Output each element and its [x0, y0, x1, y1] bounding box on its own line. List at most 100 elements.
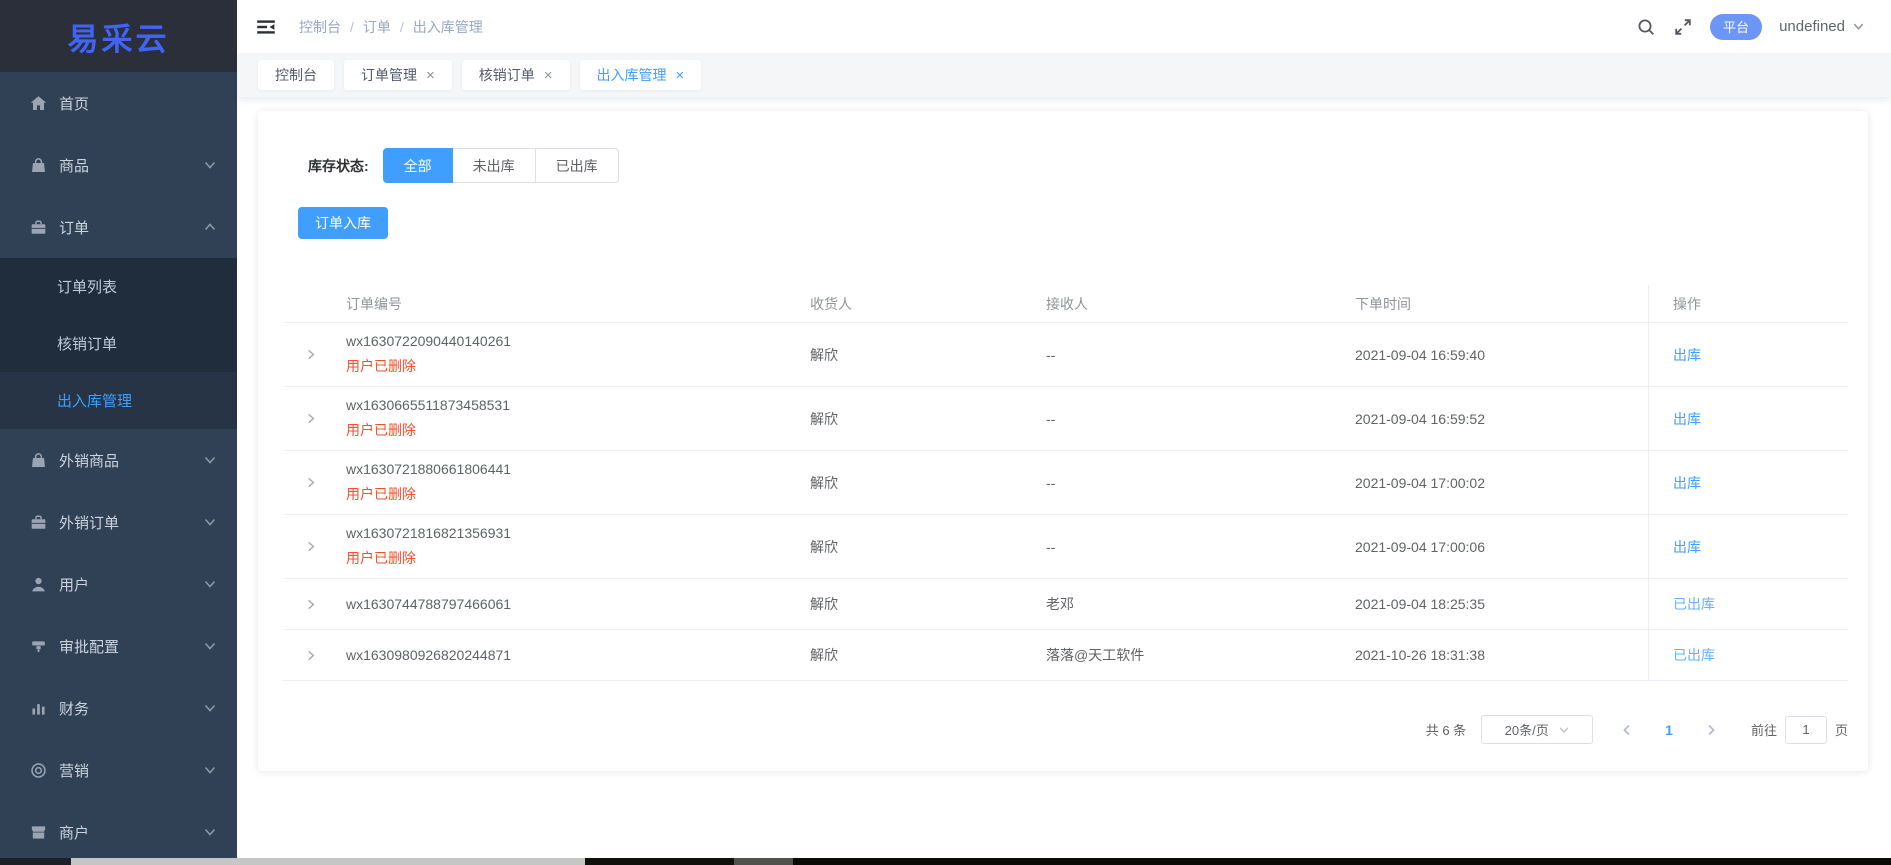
order-inbound-button[interactable]: 订单入库 [298, 207, 388, 239]
menu-collapse-icon[interactable] [255, 16, 277, 38]
close-icon[interactable]: × [544, 68, 553, 83]
main-area: 控制台 / 订单 / 出入库管理 平台 undefined 控制台 订单管理 ×… [237, 0, 1891, 858]
breadcrumb-item[interactable]: 出入库管理 [413, 17, 483, 37]
breadcrumb-separator: / [399, 18, 404, 35]
sidebar-item-home[interactable]: 首页 [0, 72, 237, 134]
sidebar-item-label: 商品 [59, 157, 90, 175]
tab-label: 出入库管理 [596, 67, 667, 83]
search-icon[interactable] [1636, 17, 1656, 37]
prev-page-button[interactable] [1621, 724, 1633, 736]
sidebar-subitem-verify-orders[interactable]: 核销订单 [0, 315, 237, 372]
filter-label: 库存状态: [308, 157, 369, 174]
column-header-receiver: 接收人 [1046, 295, 1088, 312]
scrollbar-thumb[interactable] [71, 858, 585, 865]
consignee-cell: 解欣 [810, 538, 838, 555]
sidebar-item-approval-config[interactable]: 审批配置 [0, 615, 237, 677]
tab-label: 控制台 [275, 67, 317, 83]
user-icon [29, 575, 48, 594]
sidebar-item-label: 外销商品 [59, 452, 120, 470]
tab-bar: 控制台 订单管理 × 核销订单 × 出入库管理 × [237, 53, 1891, 97]
radio-option-已出库[interactable]: 已出库 [535, 148, 619, 183]
order-number: wx1630722090440140261 [346, 333, 512, 349]
outbound-action-link[interactable]: 出库 [1673, 539, 1701, 555]
tab-控制台[interactable]: 控制台 [258, 60, 334, 90]
tab-核销订单[interactable]: 核销订单 × [461, 60, 570, 90]
expand-row-icon[interactable] [304, 540, 317, 553]
table-row: wx1630722090440140261 用户已删除 解欣 -- 2021-0… [283, 323, 1848, 387]
outbound-action-link[interactable]: 已出库 [1673, 647, 1715, 663]
chevron-down-icon [203, 453, 217, 467]
sidebar-item-marketing[interactable]: 营销 [0, 739, 237, 801]
close-icon[interactable]: × [426, 68, 435, 83]
sidebar-subitem-label: 订单列表 [57, 279, 118, 296]
chevron-down-icon [203, 825, 217, 839]
sidebar-item-label: 外销订单 [59, 514, 120, 532]
expand-row-icon[interactable] [304, 348, 317, 361]
outbound-action-link[interactable]: 出库 [1673, 347, 1701, 363]
expand-row-icon[interactable] [304, 649, 317, 662]
column-header-consignee: 收货人 [810, 295, 852, 312]
page-number[interactable]: 1 [1665, 722, 1673, 738]
sidebar-item-goods[interactable]: 商品 [0, 134, 237, 196]
order-time-cell: 2021-09-04 18:25:35 [1355, 596, 1485, 612]
sidebar-subitem-label: 出入库管理 [57, 393, 133, 410]
platform-badge[interactable]: 平台 [1710, 13, 1763, 40]
top-header: 控制台 / 订单 / 出入库管理 平台 undefined [237, 0, 1891, 53]
briefcase-icon [29, 513, 48, 532]
user-dropdown[interactable]: undefined [1779, 18, 1865, 35]
outbound-action-link[interactable]: 出库 [1673, 411, 1701, 427]
goto-page-input[interactable] [1784, 715, 1827, 744]
radio-option-全部[interactable]: 全部 [382, 148, 453, 183]
sidebar-item-orders[interactable]: 订单 [0, 196, 237, 258]
orders-table: 订单编号 收货人 接收人 下单时间 操作 wx16307220904401402… [283, 285, 1848, 681]
bag-icon [29, 156, 48, 175]
outbound-action-link[interactable]: 已出库 [1673, 596, 1715, 612]
sidebar-item-finance[interactable]: 财务 [0, 677, 237, 739]
tab-订单管理[interactable]: 订单管理 × [344, 60, 452, 90]
table-row: wx1630980926820244871 解欣 落落@天工软件 2021-10… [283, 630, 1848, 681]
sidebar-item-label: 订单 [59, 219, 90, 237]
table-row: wx1630744788797466061 解欣 老邓 2021-09-04 1… [283, 579, 1848, 630]
next-page-button[interactable] [1705, 724, 1717, 736]
radio-option-未出库[interactable]: 未出库 [452, 148, 536, 183]
order-number: wx1630744788797466061 [346, 596, 512, 612]
consignee-cell: 解欣 [810, 346, 838, 363]
content-card: 库存状态: 全部 未出库 已出库 订单入库 订单编号 收货人 接收人 下单时间 操作 [258, 111, 1868, 771]
sidebar-item-label: 商户 [59, 824, 90, 842]
fullscreen-icon[interactable] [1673, 17, 1693, 37]
sidebar-subitem-warehouse-management[interactable]: 出入库管理 [0, 372, 237, 429]
order-number: wx1630980926820244871 [346, 647, 512, 663]
sidebar-item-users[interactable]: 用户 [0, 553, 237, 615]
receiver-cell: 老邓 [1046, 596, 1074, 612]
sidebar-item-export-goods[interactable]: 外销商品 [0, 429, 237, 491]
close-icon[interactable]: × [676, 68, 685, 83]
expand-row-icon[interactable] [304, 476, 317, 489]
chevron-down-icon [1852, 20, 1865, 33]
sidebar-item-merchant[interactable]: 商户 [0, 801, 237, 858]
sidebar-item-label: 首页 [59, 95, 90, 113]
receiver-cell: -- [1046, 474, 1056, 491]
expand-row-icon[interactable] [304, 598, 317, 611]
receiver-cell: -- [1046, 346, 1056, 363]
expand-row-icon[interactable] [304, 412, 317, 425]
outbound-action-link[interactable]: 出库 [1673, 475, 1701, 491]
merchant-icon [29, 823, 48, 842]
order-number: wx1630721816821356931 [346, 525, 512, 541]
breadcrumb-item[interactable]: 控制台 [299, 17, 341, 37]
sidebar-subitem-order-list[interactable]: 订单列表 [0, 258, 237, 315]
page-size-select[interactable]: 20条/页 [1481, 715, 1594, 744]
chevron-down-icon [203, 639, 217, 653]
goto-label: 前往 [1750, 723, 1777, 738]
consignee-cell: 解欣 [810, 410, 838, 427]
receiver-cell: -- [1046, 538, 1056, 555]
tab-出入库管理[interactable]: 出入库管理 × [579, 60, 702, 90]
breadcrumb-item[interactable]: 订单 [363, 17, 391, 37]
page-size-value: 20条/页 [1504, 723, 1549, 738]
chevron-down-icon [203, 763, 217, 777]
chevron-down-icon [203, 515, 217, 529]
receiver-cell: 落落@天工软件 [1046, 647, 1145, 663]
sidebar-item-export-orders[interactable]: 外销订单 [0, 491, 237, 553]
chevron-down-icon [1558, 724, 1570, 736]
order-number: wx1630721880661806441 [346, 461, 512, 477]
consignee-cell: 解欣 [810, 596, 838, 612]
